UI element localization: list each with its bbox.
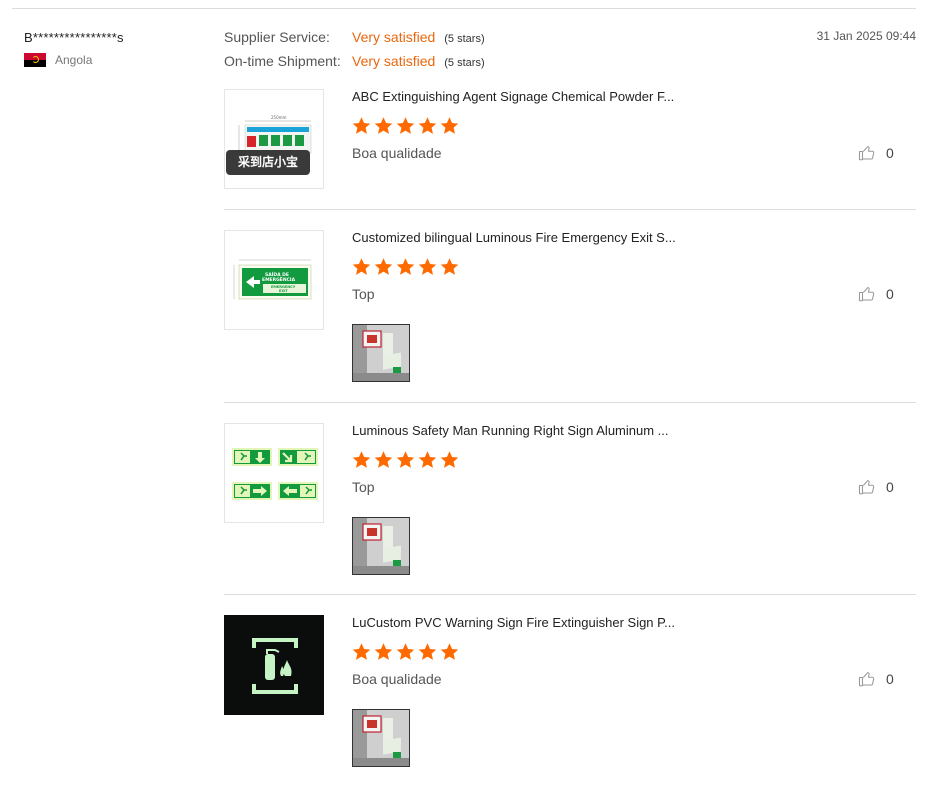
star-icon <box>352 451 371 468</box>
rating-stars-text: (5 stars) <box>444 33 485 45</box>
rating-on-time-shipment: On-time Shipment: Very satisfied (5 star… <box>224 53 485 77</box>
like-button[interactable]: 0 <box>858 670 894 688</box>
store-badge[interactable]: 采到店小宝 <box>226 150 311 175</box>
product-rating <box>351 450 460 470</box>
thumbs-up-icon <box>858 146 875 161</box>
reviewer-name: B****************s <box>24 30 124 45</box>
like-count: 0 <box>886 479 894 495</box>
star-icon <box>418 643 437 660</box>
rating-value: Very satisfied <box>352 29 436 45</box>
star-icon <box>418 117 437 134</box>
review-text: Top <box>352 479 375 495</box>
star-icon <box>418 258 437 275</box>
like-count: 0 <box>886 286 894 302</box>
fire-extinguisher-sign-image <box>225 616 323 714</box>
like-button[interactable]: 0 <box>858 144 894 162</box>
review-text: Boa qualidade <box>352 145 442 161</box>
review-photo-attachment[interactable] <box>352 324 410 382</box>
star-icon <box>440 117 459 134</box>
star-icon <box>374 643 393 660</box>
like-button[interactable]: 0 <box>858 478 894 496</box>
country-name: Angola <box>55 53 93 67</box>
running-man-signs-image <box>232 448 318 500</box>
thumbs-up-icon <box>858 287 875 302</box>
product-thumbnail[interactable]: SAÍDA DE EMERGÊNCIA EMERGENCY EXIT <box>224 230 324 330</box>
product-title[interactable]: Customized bilingual Luminous Fire Emerg… <box>352 230 676 245</box>
star-icon <box>374 451 393 468</box>
review-text: Top <box>352 286 375 302</box>
star-icon <box>418 451 437 468</box>
review-photo-image <box>353 325 409 381</box>
product-divider <box>224 402 916 403</box>
star-icon <box>440 258 459 275</box>
star-icon <box>440 643 459 660</box>
product-thumbnail[interactable] <box>224 423 324 523</box>
rating-supplier-service: Supplier Service: Very satisfied (5 star… <box>224 29 485 53</box>
like-count: 0 <box>886 671 894 687</box>
review-photo-image <box>353 710 409 766</box>
review-photo-image <box>353 518 409 574</box>
star-icon <box>352 643 371 660</box>
star-icon <box>396 258 415 275</box>
thumbs-up-icon <box>858 672 875 687</box>
product-divider <box>224 209 916 210</box>
product-rating <box>351 642 460 662</box>
review-photo-attachment[interactable] <box>352 709 410 767</box>
review-photo-attachment[interactable] <box>352 517 410 575</box>
star-icon <box>396 643 415 660</box>
thumbs-up-icon <box>858 480 875 495</box>
star-icon <box>396 117 415 134</box>
like-button[interactable]: 0 <box>858 285 894 303</box>
star-icon <box>374 117 393 134</box>
rating-label: On-time Shipment: <box>224 53 341 69</box>
svg-text:250mm: 250mm <box>271 115 287 120</box>
product-rating <box>351 257 460 277</box>
review-date: 31 Jan 2025 09:44 <box>816 29 916 43</box>
overall-ratings: Supplier Service: Very satisfied (5 star… <box>224 29 485 77</box>
top-divider <box>12 8 916 9</box>
star-icon <box>352 258 371 275</box>
star-icon <box>396 451 415 468</box>
star-icon <box>440 451 459 468</box>
product-divider <box>224 594 916 595</box>
like-count: 0 <box>886 145 894 161</box>
review-text: Boa qualidade <box>352 671 442 687</box>
product-title[interactable]: LuCustom PVC Warning Sign Fire Extinguis… <box>352 615 675 630</box>
rating-stars-text: (5 stars) <box>444 57 485 69</box>
star-icon <box>352 117 371 134</box>
rating-label: Supplier Service: <box>224 29 330 45</box>
angola-flag-icon <box>24 53 46 67</box>
star-icon <box>374 258 393 275</box>
product-title[interactable]: Luminous Safety Man Running Right Sign A… <box>352 423 669 438</box>
product-title[interactable]: ABC Extinguishing Agent Signage Chemical… <box>352 89 674 104</box>
reviewer-info: B****************s Angola <box>24 30 204 67</box>
reviewer-country: Angola <box>24 53 204 67</box>
product-thumbnail[interactable]: 250mm 采到店小宝 <box>224 89 324 189</box>
rating-value: Very satisfied <box>352 53 436 69</box>
product-thumbnail[interactable] <box>224 615 324 715</box>
svg-text:EXIT: EXIT <box>279 289 288 293</box>
product-rating <box>351 116 460 136</box>
emergency-exit-sign-image: SAÍDA DE EMERGÊNCIA EMERGENCY EXIT <box>233 259 312 300</box>
